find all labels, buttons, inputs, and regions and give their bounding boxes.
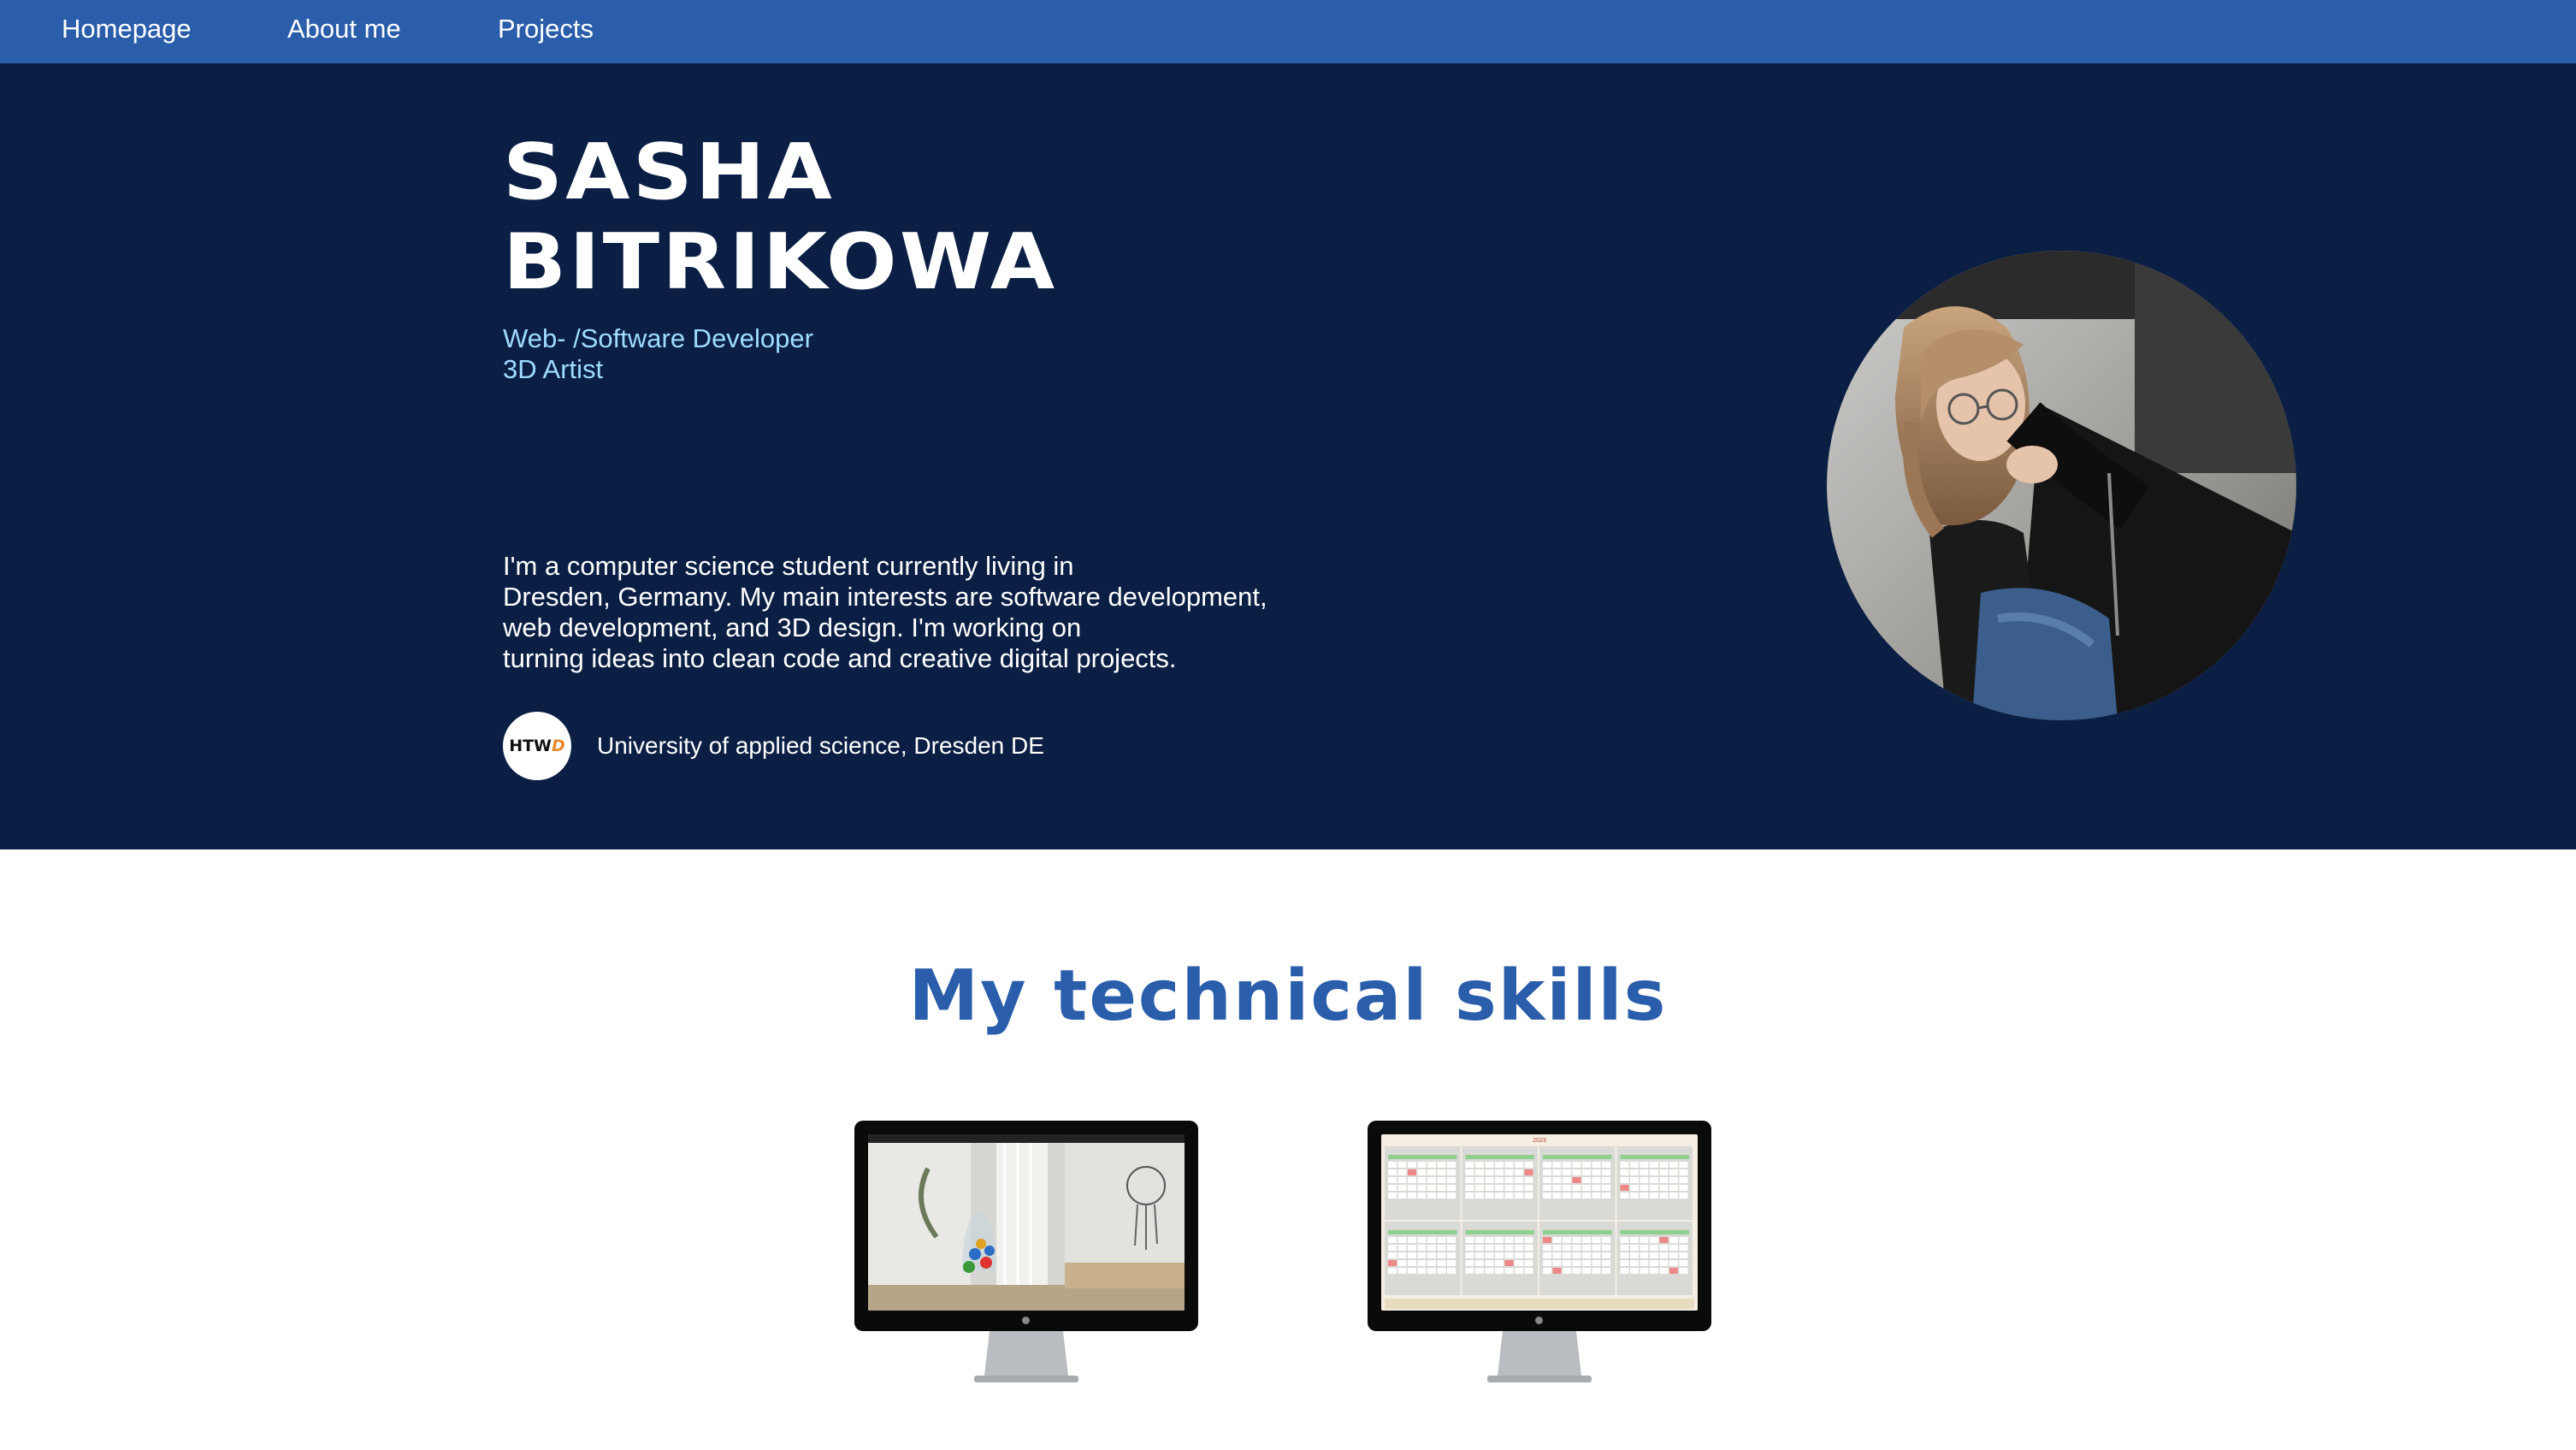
bio-line: web development, and 3D design. I'm work…	[503, 613, 1082, 642]
hero-section: SASHA BITRIKOWA Web- /Software Developer…	[0, 63, 2576, 849]
university-logo-accent: D	[552, 737, 565, 755]
apple-logo-icon	[1022, 1317, 1030, 1324]
university-logo: HTW D	[503, 712, 571, 780]
calendar-month	[1539, 1146, 1616, 1220]
calendar-month	[1462, 1146, 1538, 1220]
skills-heading: My technical skills	[908, 956, 1668, 1037]
calendar-footer-row	[1385, 1299, 1694, 1309]
calendar-month	[1616, 1222, 1693, 1295]
monitor-stand	[1487, 1331, 1592, 1386]
role-3d-artist: 3D Artist	[503, 354, 604, 384]
name-last: BITRIKOWA	[503, 217, 1058, 307]
nav-item-homepage[interactable]: Homepage	[62, 12, 192, 46]
bio-line: turning ideas into clean code and creati…	[503, 643, 1177, 673]
university-name: University of applied science, Dresden D…	[597, 732, 1044, 759]
top-nav: Homepage About me Projects	[0, 0, 2576, 65]
monitor-screen	[854, 1121, 1198, 1331]
calendar-month	[1462, 1222, 1538, 1295]
monitor-stand	[974, 1331, 1078, 1386]
calendar-month	[1385, 1146, 1461, 1220]
profile-photo	[1827, 251, 2296, 720]
project-thumbnail-3d-scene	[868, 1134, 1185, 1311]
nav-item-projects[interactable]: Projects	[498, 12, 594, 46]
bio-text: I'm a computer science student currently…	[503, 551, 1267, 674]
nav-item-about-me[interactable]: About me	[287, 12, 401, 46]
university-logo-text: HTW	[509, 737, 552, 755]
project-card-3d-render[interactable]	[854, 1121, 1198, 1386]
bio-line: Dresden, Germany. My main interests are …	[503, 582, 1267, 612]
calendar-month	[1539, 1222, 1616, 1295]
calendar-month	[1385, 1222, 1461, 1295]
role-developer: Web- /Software Developer	[503, 323, 813, 353]
calendar-year-label: 2023	[1533, 1138, 1546, 1144]
monitor-screen: 2023	[1368, 1121, 1711, 1331]
calendar-month	[1616, 1146, 1693, 1220]
bio-line: I'm a computer science student currently…	[503, 551, 1074, 581]
name-first: SASHA	[503, 127, 836, 217]
project-thumbnail-calendar: 2023	[1381, 1134, 1698, 1311]
apple-logo-icon	[1535, 1317, 1543, 1324]
project-card-calendar[interactable]: 2023	[1368, 1121, 1711, 1386]
